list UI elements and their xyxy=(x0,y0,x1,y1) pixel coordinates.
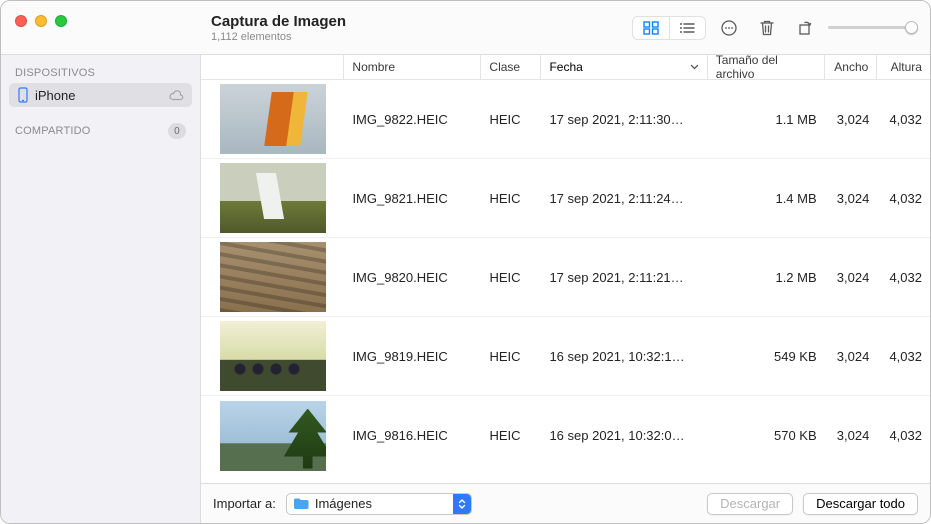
list-view-button[interactable] xyxy=(669,17,705,39)
title-block: Captura de Imagen 1,112 elementos xyxy=(211,13,346,43)
rotate-icon xyxy=(796,19,814,37)
cell-size: 570 KB xyxy=(708,428,825,443)
import-to-label: Importar a: xyxy=(213,496,276,511)
thumbnail xyxy=(220,84,326,154)
column-headers: Nombre Clase Fecha Tamaño del archivo An… xyxy=(201,55,930,80)
toolbar xyxy=(632,16,931,40)
close-window-button[interactable] xyxy=(15,15,27,27)
cell-size: 549 KB xyxy=(708,349,825,364)
sort-indicator-icon xyxy=(690,64,699,70)
rotate-button[interactable] xyxy=(790,16,820,40)
iphone-icon xyxy=(17,87,29,103)
import-destination-label: Imágenes xyxy=(315,496,453,511)
sidebar-item-iphone[interactable]: iPhone xyxy=(9,83,192,107)
column-thumbnail[interactable] xyxy=(201,55,344,79)
folder-icon xyxy=(293,497,309,510)
thumbnail-size-slider[interactable] xyxy=(828,26,916,29)
cell-height: 4,032 xyxy=(877,191,930,206)
import-destination-select[interactable]: Imágenes xyxy=(286,493,472,515)
cell-width: 3,024 xyxy=(825,349,878,364)
minimize-window-button[interactable] xyxy=(35,15,47,27)
thumbnail xyxy=(220,242,326,312)
delete-button[interactable] xyxy=(752,16,782,40)
cell-name: IMG_9816.HEIC xyxy=(344,428,481,443)
table-row[interactable]: IMG_9820.HEIC HEIC 17 sep 2021, 2:11:21…… xyxy=(201,238,930,317)
thumbnail xyxy=(220,401,326,471)
cell-kind: HEIC xyxy=(481,349,541,364)
sidebar-shared-label: COMPARTIDO xyxy=(15,125,91,137)
table-row[interactable]: IMG_9822.HEIC HEIC 17 sep 2021, 2:11:30…… xyxy=(201,80,930,159)
cell-name: IMG_9819.HEIC xyxy=(344,349,481,364)
app-title: Captura de Imagen xyxy=(211,13,346,30)
cell-date: 16 sep 2021, 10:32:0… xyxy=(541,428,707,443)
column-kind[interactable]: Clase xyxy=(481,55,541,79)
cell-size: 1.2 MB xyxy=(708,270,825,285)
download-button[interactable]: Descargar xyxy=(707,493,793,515)
cell-width: 3,024 xyxy=(825,428,878,443)
cell-date: 17 sep 2021, 2:11:24… xyxy=(541,191,707,206)
view-mode-segmented xyxy=(632,16,707,40)
sidebar-devices-header: DISPOSITIVOS xyxy=(1,61,200,83)
fullscreen-window-button[interactable] xyxy=(55,15,67,27)
sidebar-item-label: iPhone xyxy=(35,88,168,103)
item-count: 1,112 elementos xyxy=(211,31,346,43)
cloud-icon xyxy=(168,90,184,101)
sidebar-shared-header: COMPARTIDO 0 xyxy=(1,117,200,143)
column-name[interactable]: Nombre xyxy=(344,55,481,79)
thumbnail xyxy=(220,321,326,391)
cell-name: IMG_9820.HEIC xyxy=(344,270,481,285)
table-row[interactable]: IMG_9819.HEIC HEIC 16 sep 2021, 10:32:1…… xyxy=(201,317,930,396)
cell-height: 4,032 xyxy=(877,428,930,443)
cell-size: 1.4 MB xyxy=(708,191,825,206)
cell-name: IMG_9821.HEIC xyxy=(344,191,481,206)
more-options-button[interactable] xyxy=(714,16,744,40)
shared-count-badge: 0 xyxy=(168,123,186,139)
chevron-up-down-icon xyxy=(453,494,471,514)
column-date-label: Fecha xyxy=(549,60,582,74)
list-icon xyxy=(679,21,695,35)
slider-thumb[interactable] xyxy=(905,21,918,34)
title-bar: Captura de Imagen 1,112 elementos xyxy=(1,1,930,55)
cell-width: 3,024 xyxy=(825,191,878,206)
window-controls xyxy=(1,15,81,27)
cell-date: 17 sep 2021, 2:11:21… xyxy=(541,270,707,285)
grid-icon xyxy=(643,21,659,35)
table-row[interactable]: IMG_9816.HEIC HEIC 16 sep 2021, 10:32:0…… xyxy=(201,396,930,475)
column-date[interactable]: Fecha xyxy=(541,55,707,79)
column-height[interactable]: Altura xyxy=(877,55,930,79)
ellipsis-circle-icon xyxy=(720,19,738,37)
cell-size: 1.1 MB xyxy=(708,112,825,127)
trash-icon xyxy=(759,19,775,37)
cell-kind: HEIC xyxy=(481,112,541,127)
cell-kind: HEIC xyxy=(481,191,541,206)
cell-name: IMG_9822.HEIC xyxy=(344,112,481,127)
cell-kind: HEIC xyxy=(481,428,541,443)
download-all-button[interactable]: Descargar todo xyxy=(803,493,918,515)
cell-width: 3,024 xyxy=(825,112,878,127)
cell-height: 4,032 xyxy=(877,270,930,285)
cell-date: 16 sep 2021, 10:32:1… xyxy=(541,349,707,364)
cell-height: 4,032 xyxy=(877,349,930,364)
app-window: Captura de Imagen 1,112 elementos xyxy=(0,0,931,524)
cell-kind: HEIC xyxy=(481,270,541,285)
cell-width: 3,024 xyxy=(825,270,878,285)
sidebar: DISPOSITIVOS iPhone COMPARTIDO 0 xyxy=(1,55,201,523)
column-size[interactable]: Tamaño del archivo xyxy=(708,55,825,79)
column-width[interactable]: Ancho xyxy=(825,55,878,79)
cell-height: 4,032 xyxy=(877,112,930,127)
grid-view-button[interactable] xyxy=(633,17,669,39)
photo-list: IMG_9822.HEIC HEIC 17 sep 2021, 2:11:30…… xyxy=(201,80,930,483)
main-content: Nombre Clase Fecha Tamaño del archivo An… xyxy=(201,55,930,523)
thumbnail xyxy=(220,163,326,233)
cell-date: 17 sep 2021, 2:11:30… xyxy=(541,112,707,127)
table-row[interactable]: IMG_9821.HEIC HEIC 17 sep 2021, 2:11:24…… xyxy=(201,159,930,238)
footer: Importar a: Imágenes Descargar Descargar… xyxy=(201,483,930,523)
